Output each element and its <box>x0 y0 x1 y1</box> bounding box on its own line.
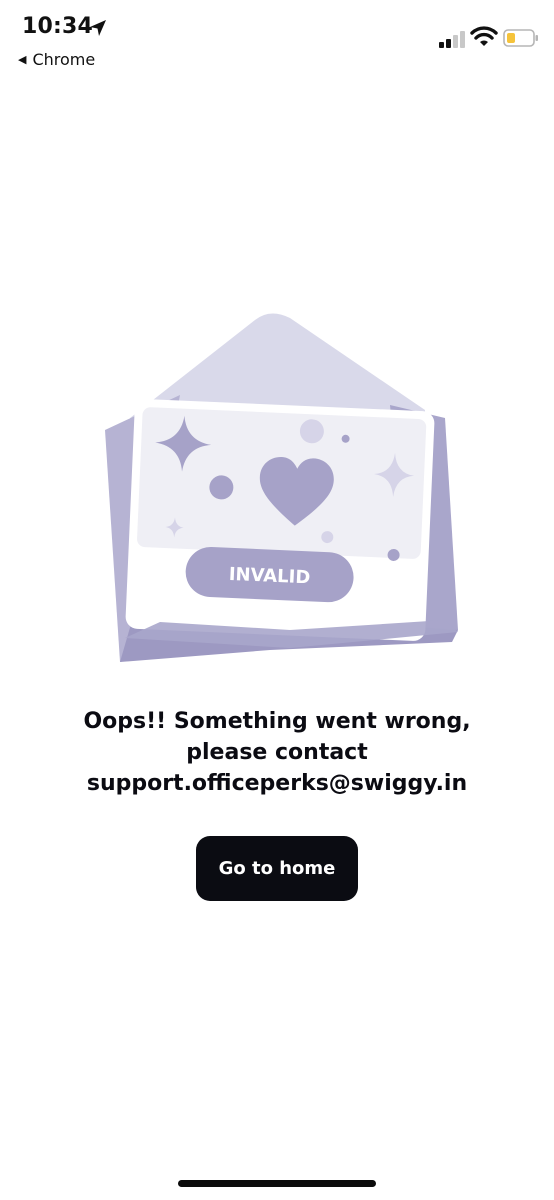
support-email: support.officeperks@swiggy.in <box>86 771 468 796</box>
back-caret-icon: ◀ <box>18 53 27 66</box>
back-to-app-link[interactable]: ◀ Chrome <box>18 50 95 69</box>
battery-low-icon <box>503 29 538 47</box>
gift-card: INVALID <box>125 399 435 641</box>
wifi-icon <box>470 26 498 46</box>
error-message-line: please contact <box>186 740 368 765</box>
cellular-signal-icon <box>439 31 465 48</box>
location-arrow-icon <box>90 20 106 36</box>
back-app-label: Chrome <box>32 50 96 69</box>
error-message-line: Oops!! Something went wrong, <box>83 709 471 734</box>
status-bar: 10:34 ◀ Chrome <box>0 0 554 80</box>
invalid-envelope-illustration: INVALID <box>105 313 458 662</box>
home-indicator[interactable] <box>178 1180 376 1187</box>
status-time: 10:34 <box>22 14 94 39</box>
go-to-home-button[interactable]: Go to home <box>196 836 358 901</box>
error-message: Oops!! Something went wrong, please cont… <box>40 706 514 799</box>
invalid-badge-text: INVALID <box>228 564 310 589</box>
